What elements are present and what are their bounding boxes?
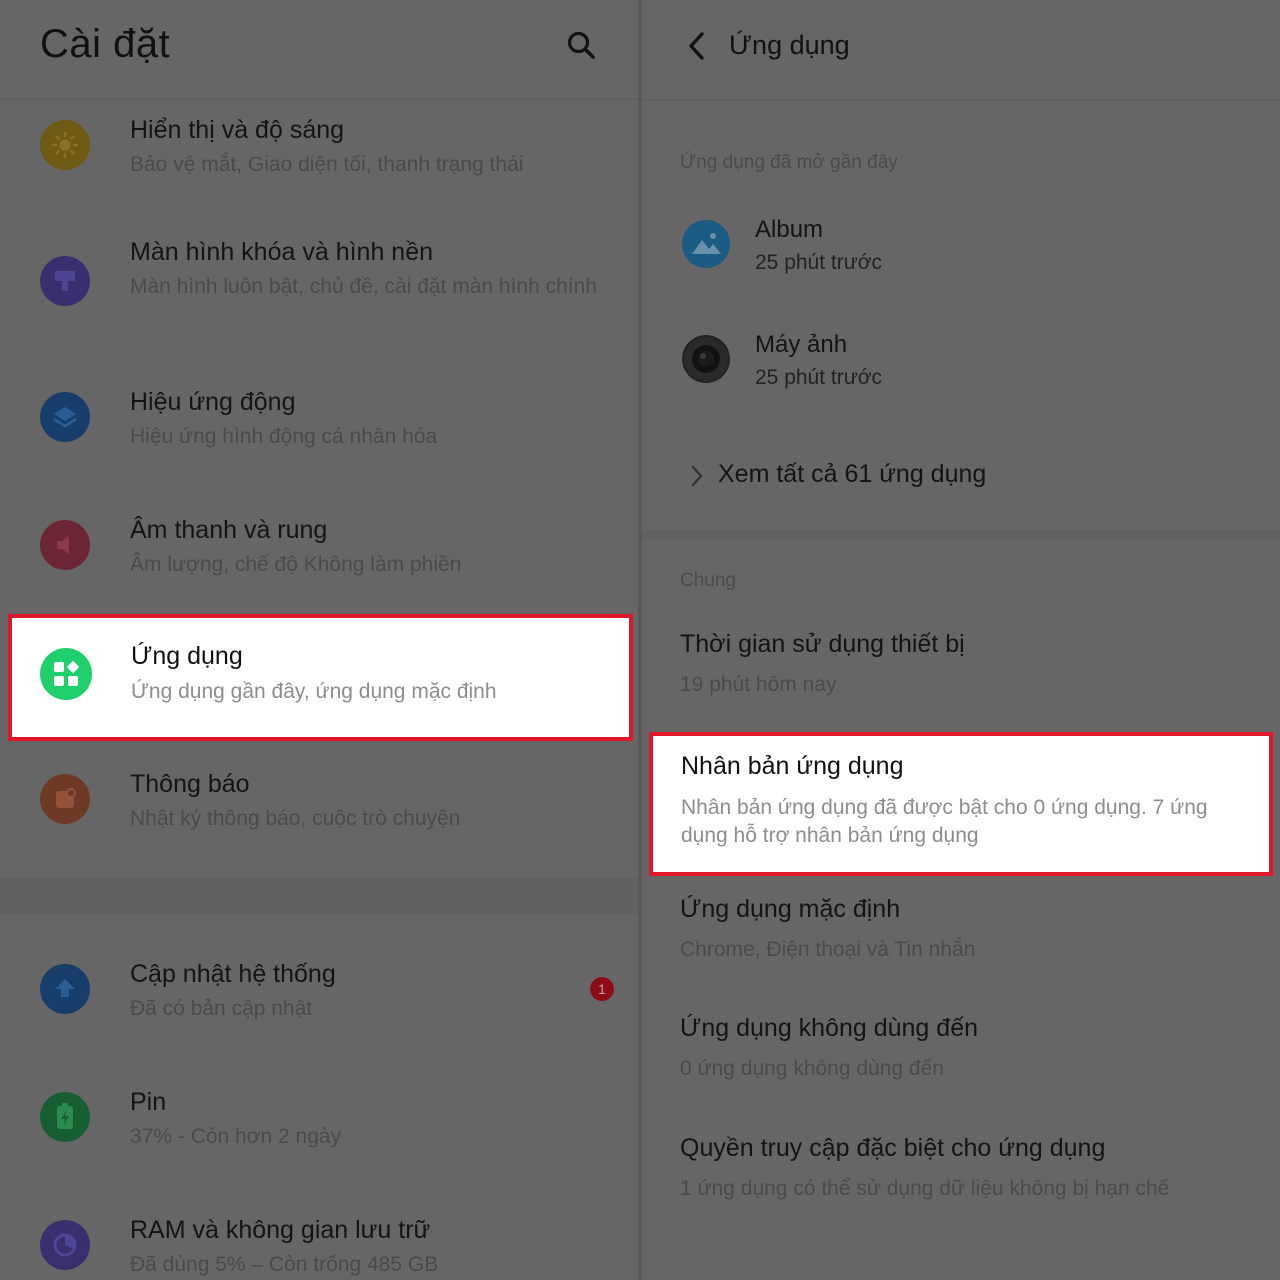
option-subtitle: Chrome, Điện thoại và Tin nhắn xyxy=(680,938,976,961)
apps-header: Ứng dụng xyxy=(642,0,1280,100)
settings-item-subtitle: Đã dùng 5% – Còn trống 485 GB xyxy=(130,1253,439,1276)
recent-apps-label: Ứng dụng đã mở gần đây xyxy=(680,152,898,173)
settings-item-apps[interactable]: Ứng dụng Ứng dụng gần đây, ứng dụng mặc … xyxy=(8,614,633,741)
option-subtitle: 1 ứng dụng có thể sử dụng dữ liệu không … xyxy=(680,1177,1170,1200)
recent-app-name: Album xyxy=(755,216,824,243)
settings-item-subtitle: 37% - Còn hơn 2 ngày xyxy=(130,1125,342,1148)
camera-icon xyxy=(682,335,730,383)
option-default-apps[interactable]: Ứng dụng mặc định Chrome, Điện thoại và … xyxy=(680,895,1260,964)
header-divider xyxy=(642,99,1280,101)
update-badge: 1 xyxy=(590,977,614,1001)
search-icon[interactable] xyxy=(566,30,596,60)
settings-item-title: Âm thanh và rung xyxy=(130,516,328,544)
apps-grid-icon xyxy=(40,648,92,700)
section-divider xyxy=(0,878,638,914)
page-title: Ứng dụng xyxy=(729,30,850,60)
option-subtitle: 19 phút hôm nay xyxy=(680,673,837,696)
settings-item-sound[interactable]: Âm thanh và rung Âm lượng, chế độ Không … xyxy=(0,512,638,602)
album-icon xyxy=(682,220,730,268)
battery-icon xyxy=(40,1092,90,1142)
settings-item-subtitle: Âm lượng, chế độ Không làm phiền xyxy=(130,553,462,576)
recent-app-name: Máy ảnh xyxy=(755,331,848,358)
settings-item-subtitle: Bảo vệ mắt, Giao diện tối, thanh trạng t… xyxy=(130,153,524,176)
option-screen-time[interactable]: Thời gian sử dụng thiết bị 19 phút hôm n… xyxy=(680,630,1260,699)
recent-app-album[interactable]: Album 25 phút trước xyxy=(642,210,1280,290)
page-title: Cài đặt xyxy=(40,22,171,66)
settings-item-subtitle: Màn hình luôn bật, chủ đề, cài đặt màn h… xyxy=(130,275,597,298)
settings-item-system-update[interactable]: Cập nhật hệ thống Đã có bản cập nhật xyxy=(0,956,638,1046)
layers-icon xyxy=(40,392,90,442)
settings-item-title: Ứng dụng xyxy=(131,642,243,670)
option-title: Nhân bản ứng dụng xyxy=(681,752,904,780)
option-subtitle: 0 ứng dụng không dùng đến xyxy=(680,1057,944,1080)
option-title: Quyền truy cập đặc biệt cho ứng dụng xyxy=(680,1134,1106,1162)
see-all-label: Xem tất cả 61 ứng dụng xyxy=(718,460,987,488)
option-subtitle: Nhân bản ứng dụng đã được bật cho 0 ứng … xyxy=(681,796,1208,847)
recent-app-camera[interactable]: Máy ảnh 25 phút trước xyxy=(642,325,1280,405)
general-label: Chung xyxy=(680,570,736,591)
settings-item-title: Thông báo xyxy=(130,770,250,798)
option-title: Ứng dụng mặc định xyxy=(680,895,901,923)
settings-item-animations[interactable]: Hiệu ứng động Hiệu ứng hình động cá nhân… xyxy=(0,384,638,474)
settings-item-subtitle: Nhật ký thông báo, cuộc trò chuyện xyxy=(130,807,461,830)
settings-item-notifications[interactable]: Thông báo Nhật ký thông báo, cuộc trò ch… xyxy=(0,766,638,856)
option-title: Thời gian sử dụng thiết bị xyxy=(680,630,965,658)
settings-item-title: RAM và không gian lưu trữ xyxy=(130,1216,431,1244)
option-special-access[interactable]: Quyền truy cập đặc biệt cho ứng dụng 1 ứ… xyxy=(680,1134,1280,1203)
settings-item-title: Hiệu ứng động xyxy=(130,388,296,416)
settings-item-subtitle: Đã có bản cập nhật xyxy=(130,997,313,1020)
speaker-icon xyxy=(40,520,90,570)
settings-item-title: Màn hình khóa và hình nền xyxy=(130,238,434,266)
chevron-left-icon[interactable] xyxy=(684,30,708,62)
option-unused-apps[interactable]: Ứng dụng không dùng đến 0 ứng dụng không… xyxy=(680,1014,1260,1083)
settings-header: Cài đặt xyxy=(0,0,638,98)
notification-icon xyxy=(40,774,90,824)
section-divider xyxy=(642,530,1280,540)
chevron-right-icon xyxy=(691,465,703,487)
settings-item-display[interactable]: Hiển thị và độ sáng Bảo vệ mắt, Giao diệ… xyxy=(0,112,638,202)
sun-icon xyxy=(40,120,90,170)
settings-item-title: Hiển thị và độ sáng xyxy=(130,116,345,144)
settings-item-storage[interactable]: RAM và không gian lưu trữ Đã dùng 5% – C… xyxy=(0,1212,638,1280)
settings-item-lockscreen[interactable]: Màn hình khóa và hình nền Màn hình luôn … xyxy=(0,236,638,336)
settings-item-subtitle: Hiệu ứng hình động cá nhân hóa xyxy=(130,425,438,448)
settings-item-battery[interactable]: Pin 37% - Còn hơn 2 ngày xyxy=(0,1084,638,1174)
recent-app-time: 25 phút trước xyxy=(755,251,883,274)
settings-item-subtitle: Ứng dụng gần đây, ứng dụng mặc định xyxy=(131,680,497,703)
settings-item-title: Cập nhật hệ thống xyxy=(130,960,336,988)
apps-panel: Ứng dụng Ứng dụng đã mở gần đây Album 25… xyxy=(642,0,1280,1280)
settings-item-title: Pin xyxy=(130,1088,167,1116)
recent-app-time: 25 phút trước xyxy=(755,366,883,389)
pie-chart-icon xyxy=(40,1220,90,1270)
option-app-clone[interactable]: Nhân bản ứng dụng Nhân bản ứng dụng đã đ… xyxy=(649,732,1273,876)
option-title: Ứng dụng không dùng đến xyxy=(680,1014,978,1042)
header-divider xyxy=(0,98,638,100)
upload-arrow-icon xyxy=(40,964,90,1014)
paint-roller-icon xyxy=(40,256,90,306)
